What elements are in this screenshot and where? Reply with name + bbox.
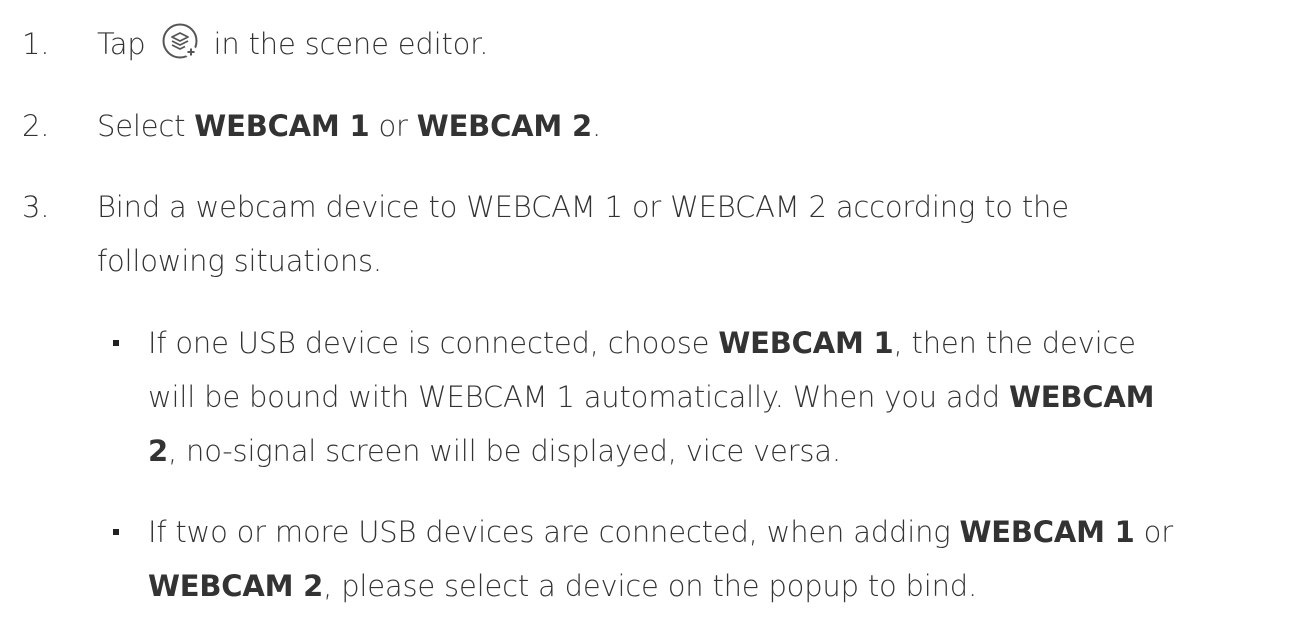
step-text-post: in the scene editor. — [204, 27, 489, 61]
step-text-pre: Tap — [97, 27, 155, 61]
add-layer-icon[interactable] — [161, 22, 199, 60]
webcam-1-label: WEBCAM 1 — [194, 109, 370, 143]
webcam-2-label: WEBCAM 2 — [416, 109, 592, 143]
step-text-mid: or — [369, 109, 417, 143]
step-number: 3. — [22, 190, 50, 224]
step-text-post: . — [591, 109, 601, 143]
bullet-line: 2, no-signal screen will be displayed, v… — [148, 434, 841, 468]
bullet-text: If one USB device is connected, choose W… — [148, 316, 1283, 478]
bullet-line: If two or more USB devices are connected… — [148, 515, 1173, 549]
bullet-marker — [113, 340, 119, 346]
bullet-line: WEBCAM 2, please select a device on the … — [148, 569, 978, 603]
step-text-pre: Select — [97, 109, 195, 143]
step-text: Tap in the scene editor. — [97, 17, 1277, 71]
step-text: Bind a webcam device to WEBCAM 1 or WEBC… — [97, 180, 1277, 288]
bullet-marker — [113, 529, 119, 535]
bullet-text: If two or more USB devices are connected… — [148, 505, 1283, 613]
step-number: 1. — [22, 27, 50, 61]
step-text-line: following situations. — [97, 244, 382, 278]
step-text: Select WEBCAM 1 or WEBCAM 2. — [97, 99, 1277, 153]
step-number: 2. — [22, 109, 50, 143]
step-text-line: Bind a webcam device to WEBCAM 1 or WEBC… — [97, 190, 1069, 224]
bullet-line: will be bound with WEBCAM 1 automaticall… — [148, 380, 1155, 414]
bullet-line: If one USB device is connected, choose W… — [148, 326, 1136, 360]
